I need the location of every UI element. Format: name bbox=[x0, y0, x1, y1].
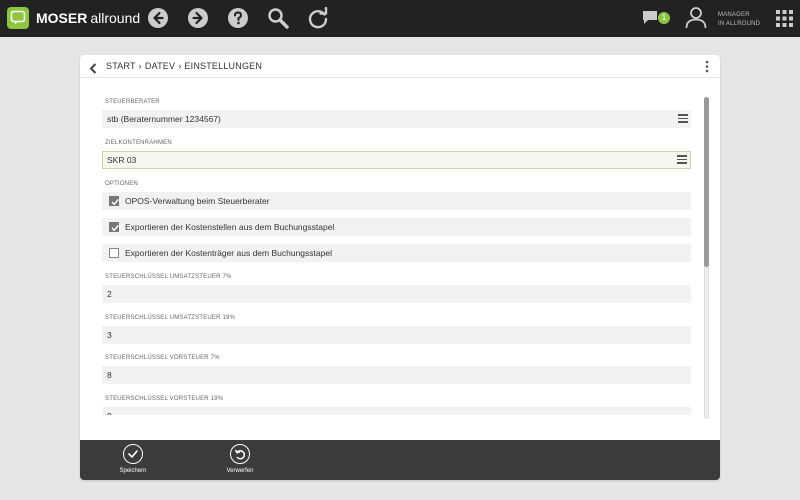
user-role: MANAGER IN ALLROUND bbox=[718, 11, 760, 29]
steuerberater-select[interactable]: stb (Beraternummer 1234567) bbox=[102, 110, 691, 128]
grid-icon[interactable] bbox=[776, 10, 798, 32]
breadcrumb-start[interactable]: START bbox=[106, 61, 136, 71]
optionen-label: OPTIONEN bbox=[105, 181, 138, 187]
option-kostentraeger[interactable]: Exportieren der Kostenträger aus dem Buc… bbox=[102, 244, 691, 262]
bottom-toolbar: Speichern Verwerfen bbox=[80, 440, 720, 480]
brand-rest: allround bbox=[90, 10, 141, 26]
arrow-left-circle-icon[interactable] bbox=[147, 7, 169, 29]
question-circle-icon[interactable] bbox=[227, 7, 249, 29]
ust19-value: 3 bbox=[107, 330, 112, 340]
vst19-input[interactable]: 9 bbox=[102, 407, 691, 415]
ust7-input[interactable]: 2 bbox=[102, 285, 691, 303]
zielkontenrahmen-label: ZIELKONTENRAHMEN bbox=[105, 140, 172, 146]
option-opos[interactable]: OPOS-Verwaltung beim Steuerberater bbox=[102, 192, 691, 210]
breadcrumb-einstellungen: EINSTELLUNGEN bbox=[184, 61, 263, 71]
steuerberater-value: stb (Beraternummer 1234567) bbox=[107, 114, 221, 124]
chat-count-badge: 1 bbox=[658, 12, 670, 24]
discard-label: Verwerfen bbox=[226, 468, 254, 474]
card-header: START › DATEV › EINSTELLUNGEN bbox=[80, 55, 720, 78]
undo-icon bbox=[230, 444, 250, 464]
save-label: Speichern bbox=[119, 468, 147, 474]
ust19-input[interactable]: 3 bbox=[102, 326, 691, 344]
form-content: STEUERBERATER stb (Beraternummer 1234567… bbox=[80, 79, 720, 415]
option-label: Exportieren der Kostenstellen aus dem Bu… bbox=[125, 222, 335, 232]
user-icon[interactable] bbox=[685, 6, 707, 29]
ust19-label: STEUERSCHLÜSSEL UMSATZSTEUER 19% bbox=[105, 315, 236, 321]
vst7-input[interactable]: 8 bbox=[102, 366, 691, 384]
ust7-label: STEUERSCHLÜSSEL UMSATZSTEUER 7% bbox=[105, 274, 232, 280]
vst19-label: STEUERSCHLÜSSEL VORSTEUER 19% bbox=[105, 396, 224, 402]
top-bar: MOSER allround 1 MANAGER IN ALLROUND bbox=[0, 0, 800, 37]
breadcrumb-separator: › bbox=[138, 61, 142, 71]
steuerberater-label: STEUERBERATER bbox=[105, 99, 160, 105]
list-menu-icon[interactable] bbox=[677, 155, 687, 164]
refresh-icon[interactable] bbox=[307, 7, 329, 29]
ust7-value: 2 bbox=[107, 289, 112, 299]
zielkontenrahmen-select[interactable]: SKR 03 bbox=[102, 151, 691, 169]
app-brand: MOSER allround bbox=[36, 10, 140, 26]
vst19-value: 9 bbox=[107, 411, 112, 415]
option-label: OPOS-Verwaltung beim Steuerberater bbox=[125, 196, 270, 206]
logo-icon bbox=[7, 7, 29, 29]
save-button[interactable]: Speichern bbox=[108, 444, 158, 478]
zielkontenrahmen-value: SKR 03 bbox=[107, 155, 137, 165]
breadcrumb: START › DATEV › EINSTELLUNGEN bbox=[106, 61, 262, 71]
more-menu-icon[interactable] bbox=[704, 60, 710, 73]
breadcrumb-separator: › bbox=[178, 61, 182, 71]
chevron-left-icon[interactable] bbox=[89, 61, 97, 74]
checkbox-checked[interactable] bbox=[109, 222, 119, 232]
list-menu-icon[interactable] bbox=[678, 114, 688, 123]
breadcrumb-datev[interactable]: DATEV bbox=[145, 61, 175, 71]
scrollbar-thumb[interactable] bbox=[704, 97, 709, 267]
arrow-right-circle-icon[interactable] bbox=[187, 7, 209, 29]
option-kostenstellen[interactable]: Exportieren der Kostenstellen aus dem Bu… bbox=[102, 218, 691, 236]
discard-button[interactable]: Verwerfen bbox=[215, 444, 265, 478]
checkbox-unchecked[interactable] bbox=[109, 248, 119, 258]
check-circle-icon bbox=[123, 444, 143, 464]
user-role-line2: IN ALLROUND bbox=[718, 21, 761, 27]
user-role-line1: MANAGER bbox=[718, 12, 750, 18]
settings-card: START › DATEV › EINSTELLUNGEN STEUERBERATER … bbox=[80, 55, 720, 480]
vst7-value: 8 bbox=[107, 370, 112, 380]
checkbox-checked[interactable] bbox=[109, 196, 119, 206]
vst7-label: STEUERSCHLÜSSEL VORSTEUER 7% bbox=[105, 355, 220, 361]
search-icon[interactable] bbox=[267, 7, 289, 29]
option-label: Exportieren der Kostenträger aus dem Buc… bbox=[125, 248, 332, 258]
brand-bold: MOSER bbox=[36, 10, 88, 26]
